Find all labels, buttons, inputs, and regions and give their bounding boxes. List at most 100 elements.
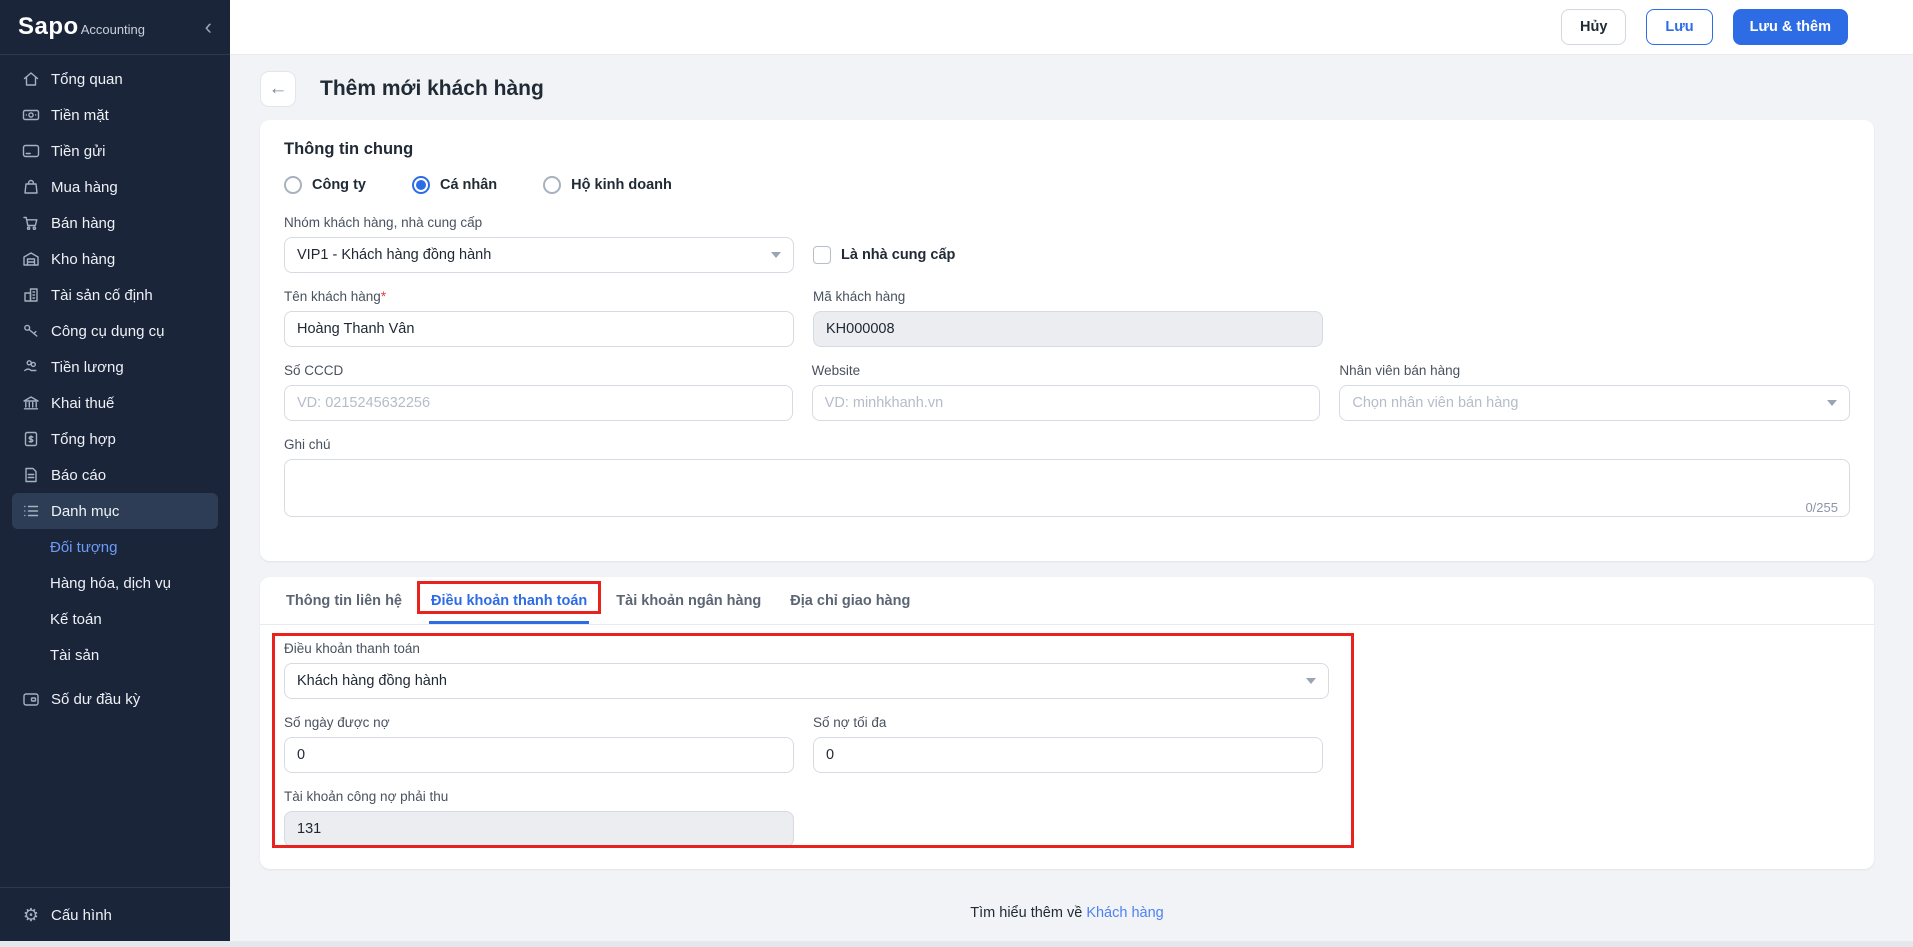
save-and-add-button[interactable]: Lưu & thêm — [1733, 9, 1848, 45]
logo-suffix: Accounting — [81, 22, 145, 37]
bank-card-icon — [21, 141, 41, 161]
sidebar-item-label: Tổng quan — [51, 71, 123, 88]
sales-staff-placeholder: Chọn nhân viên bán hàng — [1352, 395, 1518, 411]
sidebar-item-cau-hinh[interactable]: ⚙ Cấu hình — [12, 897, 218, 933]
radio-label: Công ty — [312, 177, 366, 193]
tools-icon — [21, 321, 41, 341]
cancel-button[interactable]: Hủy — [1561, 9, 1626, 45]
customer-help-link[interactable]: Khách hàng — [1086, 905, 1163, 921]
sidebar-item-label: Bán hàng — [51, 215, 115, 232]
sidebar-item-label: Danh mục — [51, 503, 119, 520]
sidebar-item-tong-quan[interactable]: Tổng quan — [12, 61, 218, 97]
sales-staff-select[interactable]: Chọn nhân viên bán hàng — [1339, 385, 1850, 421]
detail-tabs-card: Thông tin liên hệ Điều khoản thanh toán … — [260, 577, 1874, 869]
home-icon — [21, 69, 41, 89]
website-input[interactable] — [812, 385, 1321, 421]
tab-contact-info[interactable]: Thông tin liên hệ — [284, 577, 404, 624]
sidebar-subitem-tai-san[interactable]: Tài sản — [0, 637, 230, 673]
receivable-account-input — [284, 811, 794, 847]
sidebar-subitem-doi-tuong[interactable]: Đối tượng — [0, 529, 230, 565]
gear-icon: ⚙ — [21, 905, 41, 926]
wallet-icon — [21, 689, 41, 709]
note-label: Ghi chú — [284, 437, 1850, 452]
topbar: Hủy Lưu Lưu & thêm — [230, 0, 1913, 55]
bottom-edge-strip — [0, 941, 1913, 947]
sidebar-item-tien-luong[interactable]: Tiền lương — [12, 349, 218, 385]
general-card-title: Thông tin chung — [284, 140, 1850, 159]
customer-group-value: VIP1 - Khách hàng đồng hành — [297, 247, 491, 263]
payroll-icon — [21, 357, 41, 377]
sidebar-item-label: Kho hàng — [51, 251, 115, 268]
radio-label: Cá nhân — [440, 177, 497, 193]
cash-icon — [21, 105, 41, 125]
customer-group-select[interactable]: VIP1 - Khách hàng đồng hành — [284, 237, 794, 273]
sidebar-subitem-label: Đối tượng — [50, 539, 117, 556]
sidebar-item-khai-thue[interactable]: Khai thuế — [12, 385, 218, 421]
sidebar-subitem-ke-toan[interactable]: Kế toán — [0, 601, 230, 637]
is-supplier-checkbox-row[interactable]: Là nhà cung cấp — [813, 246, 955, 264]
tab-label: Điều khoản thanh toán — [431, 593, 587, 609]
sidebar-nav: Tổng quan Tiền mặt Tiền gửi Mua hàng Bán… — [0, 55, 230, 717]
radio-ca-nhan[interactable]: Cá nhân — [412, 176, 497, 194]
save-button[interactable]: Lưu — [1646, 9, 1712, 45]
sidebar-item-kho-hang[interactable]: Kho hàng — [12, 241, 218, 277]
max-debt-label: Số nợ tối đa — [813, 715, 1323, 730]
sidebar-item-ban-hang[interactable]: Bán hàng — [12, 205, 218, 241]
sapo-logo: Sapo — [18, 13, 79, 41]
note-textarea[interactable] — [284, 459, 1850, 517]
tab-payment-terms[interactable]: Điều khoản thanh toán — [429, 577, 589, 624]
website-label: Website — [812, 363, 1321, 378]
cccd-input[interactable] — [284, 385, 793, 421]
sidebar-footer: ⚙ Cấu hình — [0, 887, 230, 933]
back-button[interactable]: ← — [260, 71, 296, 107]
sidebar-item-label: Cấu hình — [51, 907, 112, 924]
building-icon — [21, 285, 41, 305]
learn-more-footer: Tìm hiểu thêm về Khách hàng — [260, 905, 1874, 921]
sales-staff-label: Nhân viên bán hàng — [1339, 363, 1850, 378]
customer-type-radio-group: Công ty Cá nhân Hộ kinh doanh — [284, 176, 1850, 194]
sidebar-item-mua-hang[interactable]: Mua hàng — [12, 169, 218, 205]
sidebar-item-tien-gui[interactable]: Tiền gửi — [12, 133, 218, 169]
sidebar-item-label: Tiền lương — [51, 359, 124, 376]
chevron-down-icon — [1827, 400, 1837, 406]
main-content: ← Thêm mới khách hàng Thông tin chung Cô… — [230, 55, 1913, 941]
note-char-counter: 0/255 — [1805, 500, 1838, 515]
payment-terms-panel: Điều khoản thanh toán Khách hàng đồng hà… — [260, 625, 1874, 863]
sidebar-item-cong-cu-dung-cu[interactable]: Công cụ dụng cụ — [12, 313, 218, 349]
receivable-account-label: Tài khoản công nợ phải thu — [284, 789, 794, 804]
radio-icon — [284, 176, 302, 194]
sidebar-item-bao-cao[interactable]: Báo cáo — [12, 457, 218, 493]
radio-cong-ty[interactable]: Công ty — [284, 176, 366, 194]
sidebar-item-label: Mua hàng — [51, 179, 118, 196]
sidebar-item-danh-muc[interactable]: Danh mục — [12, 493, 218, 529]
radio-checked-icon — [412, 176, 430, 194]
report-icon — [21, 465, 41, 485]
general-info-card: Thông tin chung Công ty Cá nhân Hộ kinh … — [260, 120, 1874, 561]
sidebar-subitem-hang-hoa-dich-vu[interactable]: Hàng hóa, dịch vụ — [0, 565, 230, 601]
required-asterisk: * — [381, 289, 386, 304]
customer-code-input — [813, 311, 1323, 347]
customer-group-label: Nhóm khách hàng, nhà cung cấp — [284, 215, 794, 230]
sidebar-item-tien-mat[interactable]: Tiền mặt — [12, 97, 218, 133]
sidebar-item-label: Tiền gửi — [51, 143, 106, 160]
sidebar-subitem-label: Hàng hóa, dịch vụ — [50, 575, 171, 592]
payment-term-select[interactable]: Khách hàng đồng hành — [284, 663, 1329, 699]
tab-bank-accounts[interactable]: Tài khoản ngân hàng — [614, 577, 763, 624]
sidebar-item-label: Tổng hợp — [51, 431, 116, 448]
sidebar-header: Sapo Accounting ‹ — [0, 0, 230, 55]
shopping-cart-icon — [21, 213, 41, 233]
radio-ho-kinh-doanh[interactable]: Hộ kinh doanh — [543, 176, 672, 194]
debt-days-input[interactable] — [284, 737, 794, 773]
sidebar-item-label: Tiền mặt — [51, 107, 109, 124]
max-debt-input[interactable] — [813, 737, 1323, 773]
debt-days-label: Số ngày được nợ — [284, 715, 794, 730]
sidebar-item-label: Khai thuế — [51, 395, 114, 412]
sidebar-item-tai-san-co-dinh[interactable]: Tài sản cố định — [12, 277, 218, 313]
tab-shipping-addresses[interactable]: Địa chỉ giao hàng — [788, 577, 912, 624]
customer-name-input[interactable] — [284, 311, 794, 347]
collapse-sidebar-icon[interactable]: ‹ — [201, 16, 216, 38]
cccd-label: Số CCCD — [284, 363, 793, 378]
sidebar-item-so-du-dau-ky[interactable]: Số dư đầu kỳ — [12, 681, 218, 717]
payment-term-value: Khách hàng đồng hành — [297, 673, 447, 689]
sidebar-item-tong-hop[interactable]: Tổng hợp — [12, 421, 218, 457]
